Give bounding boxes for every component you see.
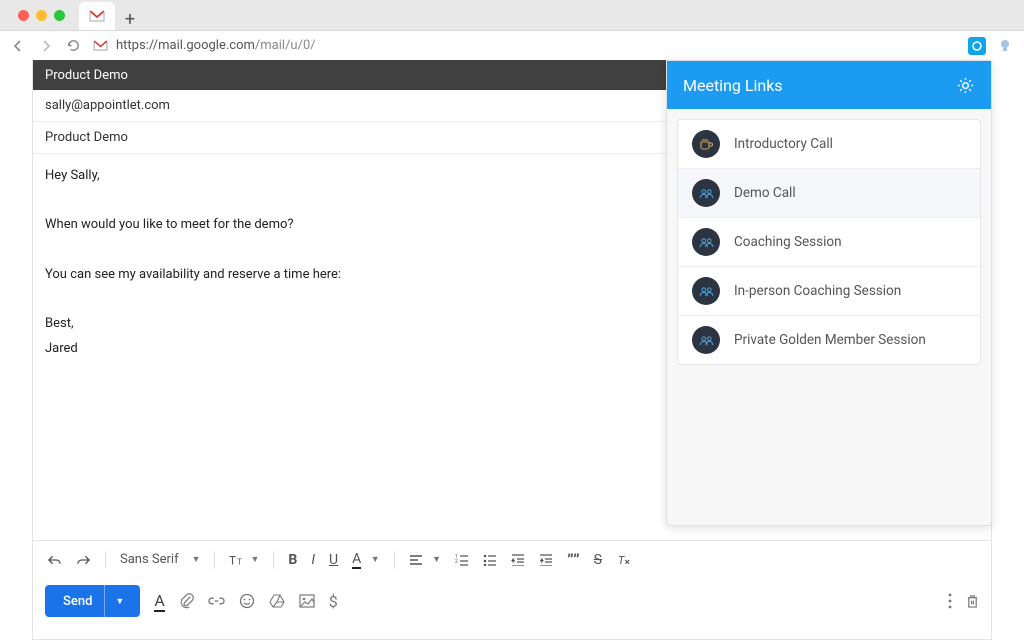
redo-button[interactable] [76,554,91,566]
bullet-list-button[interactable] [483,554,497,566]
font-selector[interactable]: Sans Serif ▼ [120,552,200,568]
meeting-label: Introductory Call [734,136,833,152]
site-icon [93,40,108,51]
meeting-label: Coaching Session [734,234,842,250]
indent-less-button[interactable] [511,554,525,566]
panel-footer [667,375,991,525]
remove-formatting-button[interactable]: T [616,553,631,567]
meeting-label: Private Golden Member Session [734,332,926,348]
numbered-list-button[interactable]: 12 [455,554,469,566]
insert-emoji-button[interactable] [239,593,255,609]
url-scheme: https:// [116,38,158,53]
svg-text:T: T [238,556,243,566]
tab-strip: + [0,0,1024,30]
svg-text:T: T [229,553,236,567]
insert-drive-button[interactable] [269,594,285,608]
undo-button[interactable] [47,554,62,566]
quote-button[interactable]: ”” [567,550,580,569]
browser-chrome: + https://mail.google.com/mail/u/0/ [0,0,1024,60]
meeting-item-coaching-session[interactable]: Coaching Session [678,218,980,267]
people-icon [692,179,720,207]
italic-button[interactable]: I [311,552,315,568]
back-button[interactable] [10,38,26,54]
compose-title: Product Demo [45,68,128,83]
underline-button[interactable]: U [329,552,338,568]
meeting-item-introductory-call[interactable]: Introductory Call [678,120,980,169]
minimize-window-button[interactable] [36,10,47,21]
extension-icons [968,37,1014,55]
panel-header: Meeting Links [667,61,991,109]
insert-money-button[interactable]: $ [329,592,338,611]
strikethrough-button[interactable]: S [594,552,602,568]
meeting-label: Demo Call [734,185,796,201]
more-options-button[interactable] [948,593,952,609]
text-format-toggle[interactable]: A [154,591,164,612]
url-field[interactable]: https://mail.google.com/mail/u/0/ [93,38,956,53]
svg-text:2: 2 [455,559,458,565]
meeting-item-private-golden[interactable]: Private Golden Member Session [678,316,980,364]
extension-icon[interactable] [996,37,1014,55]
maximize-window-button[interactable] [54,10,65,21]
send-button[interactable]: Send ▼ [45,585,140,617]
align-button[interactable]: ▼ [409,552,441,568]
close-window-button[interactable] [18,10,29,21]
people-icon [692,326,720,354]
meeting-links-panel: Meeting Links Introductory Call Demo Cal… [666,60,992,526]
gmail-icon [89,10,105,22]
svg-text:T: T [618,553,626,566]
meeting-list: Introductory Call Demo Call Coaching Ses… [677,119,981,365]
url-host: mail.google.com [158,38,255,53]
send-toolbar: Send ▼ A $ [33,578,991,624]
formatting-toolbar: Sans Serif ▼ TT▼ B I U A ▼ ▼ 12 ”” S T [33,540,991,578]
people-icon [692,277,720,305]
settings-icon[interactable] [956,76,975,95]
reload-button[interactable] [66,38,81,53]
address-bar: https://mail.google.com/mail/u/0/ [0,30,1024,60]
coffee-icon [692,130,720,158]
indent-more-button[interactable] [539,554,553,566]
forward-button[interactable] [38,38,54,54]
new-tab-button[interactable]: + [115,9,145,30]
bold-button[interactable]: B [288,552,297,568]
panel-title: Meeting Links [683,76,783,95]
discard-draft-button[interactable] [966,594,979,609]
send-options-caret[interactable]: ▼ [104,585,124,617]
insert-link-button[interactable] [208,596,225,606]
browser-tab-gmail[interactable] [79,2,115,30]
meeting-item-demo-call[interactable]: Demo Call [678,169,980,218]
insert-photo-button[interactable] [299,594,315,608]
appointlet-extension-icon[interactable] [968,37,986,55]
window-controls [8,0,75,30]
attach-file-button[interactable] [179,593,194,610]
meeting-label: In-person Coaching Session [734,283,901,299]
panel-body: Introductory Call Demo Call Coaching Ses… [667,109,991,375]
meeting-item-inperson-coaching[interactable]: In-person Coaching Session [678,267,980,316]
url-path: /mail/u/0/ [255,38,316,53]
text-color-button[interactable]: A ▼ [352,551,380,569]
font-size-button[interactable]: TT▼ [229,553,259,567]
people-icon [692,228,720,256]
